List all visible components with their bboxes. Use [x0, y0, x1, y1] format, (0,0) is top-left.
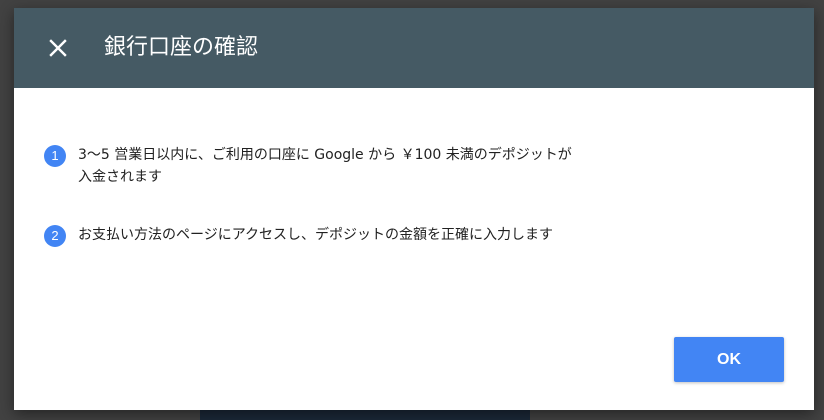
step-item: 1 3〜5 営業日以内に、ご利用の口座に Google から ￥100 未満のデ…: [44, 144, 584, 188]
step-item: 2 お支払い方法のページにアクセスし、デポジットの金額を正確に入力します: [44, 224, 584, 247]
step-number-badge: 2: [44, 225, 66, 247]
close-button[interactable]: [42, 32, 74, 64]
step-number-badge: 1: [44, 145, 66, 167]
dialog-title: 銀行口座の確認: [104, 35, 259, 60]
bank-verification-dialog: 銀行口座の確認 1 3〜5 営業日以内に、ご利用の口座に Google から ￥…: [14, 8, 814, 410]
step-text: お支払い方法のページにアクセスし、デポジットの金額を正確に入力します: [78, 227, 554, 243]
step-text: 3〜5 営業日以内に、ご利用の口座に Google から ￥100 未満のデポジ…: [78, 147, 572, 185]
background-content: [200, 410, 530, 420]
ok-button[interactable]: OK: [674, 337, 784, 382]
close-icon: [49, 39, 67, 57]
dialog-header: 銀行口座の確認: [14, 8, 814, 88]
